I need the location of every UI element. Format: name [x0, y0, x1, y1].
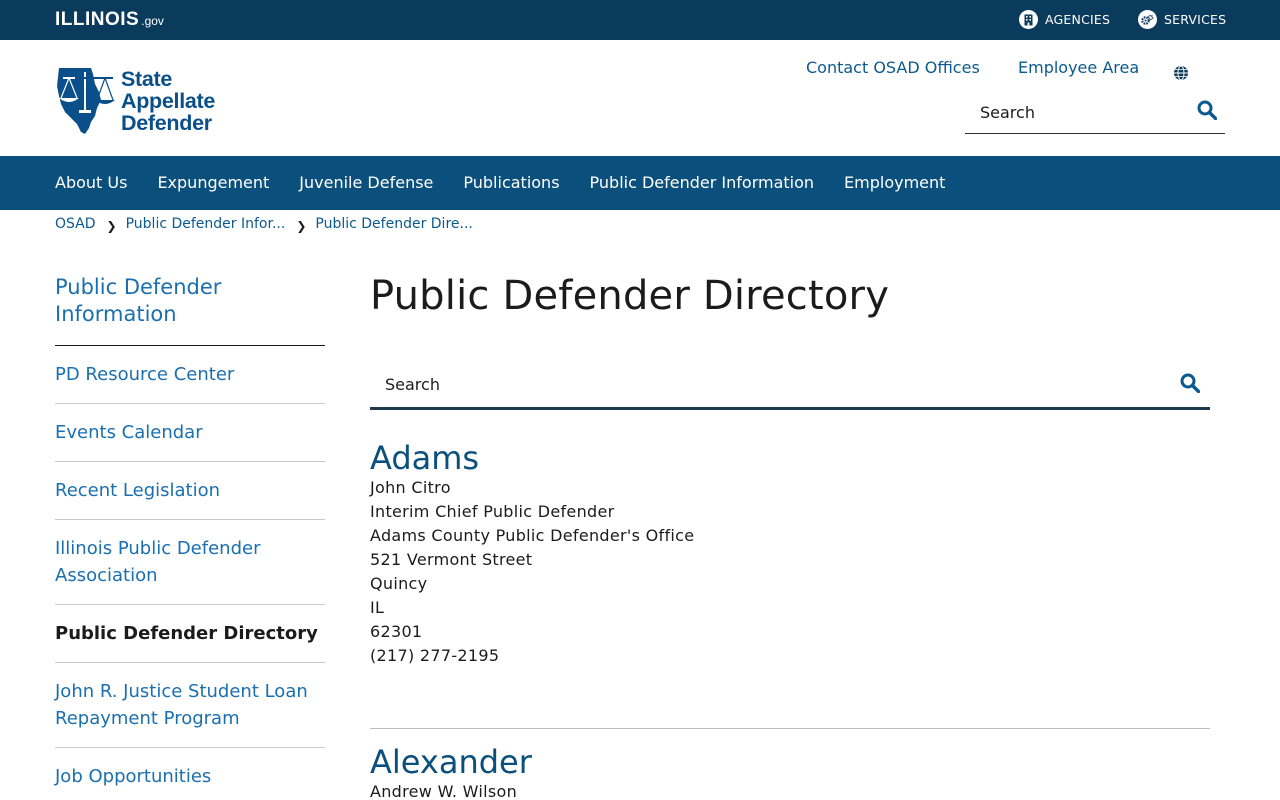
entry-county: Adams: [370, 439, 480, 477]
nav-expungement[interactable]: Expungement: [157, 173, 269, 192]
services-link[interactable]: SERVICES: [1138, 10, 1226, 29]
entry-city: Quincy: [370, 574, 428, 593]
header-search-input[interactable]: [965, 92, 1175, 132]
chevron-right-icon: ❯: [106, 219, 117, 233]
agencies-label: AGENCIES: [1045, 12, 1111, 27]
gears-icon: [1138, 10, 1157, 29]
sidebar-item-ipda[interactable]: Illinois Public Defender Association: [55, 520, 325, 605]
globe-icon[interactable]: [1173, 65, 1189, 85]
entry-state: IL: [370, 598, 385, 617]
building-icon: [1019, 10, 1038, 29]
directory-entry: Adams John Citro Interim Chief Public De…: [370, 440, 1210, 668]
sidebar-item-pd-resource-center[interactable]: PD Resource Center: [55, 346, 325, 404]
illinois-wordmark: ILLINOIS: [55, 9, 140, 30]
agencies-link[interactable]: AGENCIES: [1019, 10, 1110, 29]
directory-search: [370, 362, 1210, 410]
entry-street: 521 Vermont Street: [370, 550, 533, 569]
sidebar-item-john-r-justice[interactable]: John R. Justice Student Loan Repayment P…: [55, 663, 325, 748]
chevron-right-icon: ❯: [296, 219, 307, 233]
directory-entry: Alexander Andrew W. Wilson: [370, 744, 1210, 800]
breadcrumb-public-defender-information[interactable]: Public Defender Infor...: [126, 216, 286, 232]
illinois-gov-logo[interactable]: ILLINOIS .gov: [55, 9, 164, 31]
nav-employment[interactable]: Employment: [844, 173, 945, 192]
header-search: [965, 92, 1225, 134]
entry-phone: (217) 277-2195: [370, 646, 500, 665]
search-icon[interactable]: [1180, 373, 1201, 397]
sidebar-item-public-defender-directory[interactable]: Public Defender Directory: [55, 605, 325, 663]
sidebar-item-events-calendar[interactable]: Events Calendar: [55, 404, 325, 462]
entry-office: Adams County Public Defender's Office: [370, 526, 695, 545]
nav-about-us[interactable]: About Us: [55, 173, 127, 192]
osad-logo[interactable]: State Appellate Defender: [55, 66, 215, 136]
contact-osad-offices-link[interactable]: Contact OSAD Offices: [806, 58, 980, 77]
sidebar-title[interactable]: Public Defender Information: [55, 274, 325, 346]
sidebar-item-recent-legislation[interactable]: Recent Legislation: [55, 462, 325, 520]
search-icon[interactable]: [1197, 100, 1218, 124]
main-navigation: About Us Expungement Juvenile Defense Pu…: [0, 156, 1280, 210]
logo-line-state: State: [121, 67, 173, 91]
entry-divider: [370, 728, 1210, 729]
entry-name: Andrew W. Wilson: [370, 782, 518, 800]
logo-wordmark: State Appellate Defender: [121, 68, 215, 134]
gov-suffix: .gov: [141, 14, 164, 28]
illinois-scales-emblem: [57, 68, 115, 134]
entry-name: John Citro: [370, 478, 451, 497]
entry-zip: 62301: [370, 622, 423, 641]
services-label: SERVICES: [1164, 12, 1227, 27]
nav-juvenile-defense[interactable]: Juvenile Defense: [299, 173, 433, 192]
nav-public-defender-information[interactable]: Public Defender Information: [590, 173, 815, 192]
breadcrumb: OSAD ❯ Public Defender Infor... ❯ Public…: [55, 216, 473, 233]
directory-search-input[interactable]: [370, 362, 1150, 407]
employee-area-link[interactable]: Employee Area: [1018, 58, 1139, 77]
entry-county: Alexander: [370, 743, 532, 781]
logo-line-defender: Defender: [121, 111, 212, 135]
breadcrumb-public-defender-directory[interactable]: Public Defender Dire...: [315, 216, 472, 232]
logo-line-appellate: Appellate: [121, 89, 216, 113]
entry-role: Interim Chief Public Defender: [370, 502, 615, 521]
sidebar-item-job-opportunities[interactable]: Job Opportunities: [55, 748, 325, 800]
state-top-bar: ILLINOIS .gov AGENCIES SERVICES: [0, 0, 1280, 40]
breadcrumb-osad[interactable]: OSAD: [55, 216, 96, 232]
section-sidebar: Public Defender Information PD Resource …: [55, 274, 325, 800]
nav-publications[interactable]: Publications: [463, 173, 559, 192]
page-title: Public Defender Directory: [370, 273, 890, 319]
